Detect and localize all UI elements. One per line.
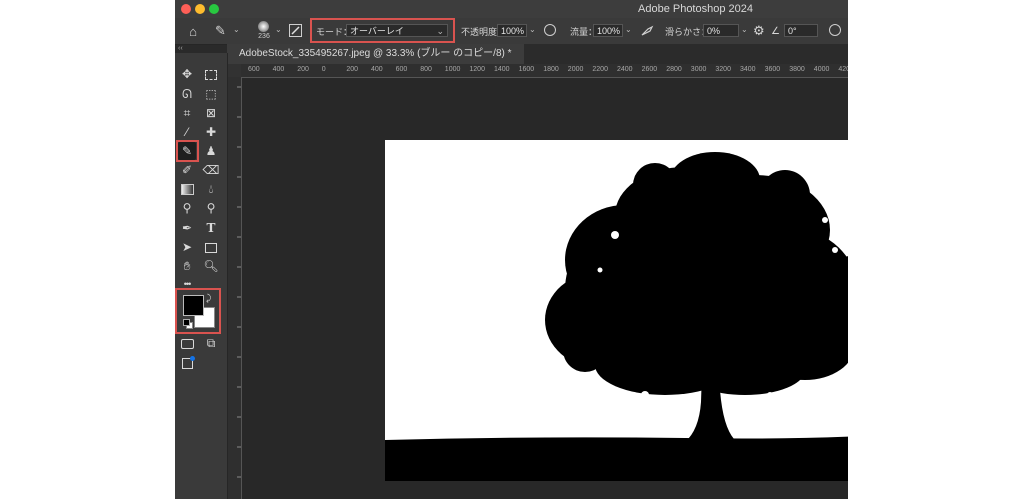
chevron-down-icon[interactable]: ⌄ bbox=[233, 25, 240, 34]
pressure-opacity-icon[interactable] bbox=[544, 24, 556, 36]
ruler-tick-label: 0 bbox=[321, 66, 326, 73]
brush-icon[interactable]: ✎ bbox=[215, 18, 226, 44]
pressure-size-icon[interactable] bbox=[829, 24, 841, 36]
home-icon[interactable]: ⌂ bbox=[185, 18, 201, 44]
path-select-icon[interactable]: ➤ bbox=[178, 238, 196, 256]
zoom-icon[interactable]: 🔍︎ bbox=[202, 257, 220, 275]
document-image[interactable] bbox=[385, 140, 848, 481]
ruler-tick-label: 3200 bbox=[715, 66, 731, 73]
ruler-tick-label: 400 bbox=[371, 66, 383, 73]
title-bar: Adobe Photoshop 2024 bbox=[175, 0, 848, 18]
smoothing-field[interactable]: 0% bbox=[703, 24, 739, 37]
ruler-tick-label: 2200 bbox=[592, 66, 608, 73]
eyedropper-icon[interactable]: ⁄ bbox=[178, 123, 196, 141]
brush-preset-picker[interactable]: 236 bbox=[255, 20, 273, 42]
brush-tip-icon bbox=[258, 21, 269, 32]
tree-silhouette bbox=[385, 152, 848, 481]
angle-field[interactable]: 0° bbox=[784, 24, 818, 37]
stamp-icon[interactable]: ♟ bbox=[202, 142, 220, 160]
ruler-tick-label: 200 bbox=[297, 66, 309, 73]
dodge-icon[interactable]: ⚲ bbox=[178, 199, 196, 217]
ruler-tick-label: 600 bbox=[395, 66, 408, 73]
mode-select[interactable]: オーバーレイ ⌄ bbox=[346, 24, 448, 37]
rectangle-icon[interactable] bbox=[202, 238, 220, 256]
chevron-down-icon[interactable]: ⌄ bbox=[625, 25, 632, 34]
angle-icon: ∠ bbox=[771, 25, 780, 37]
brush-size-label: 236 bbox=[258, 33, 270, 40]
mode-select-value: オーバーレイ bbox=[350, 26, 404, 36]
ruler-tick-label: 2400 bbox=[617, 66, 633, 73]
ruler-tick-label: 4200 bbox=[838, 66, 848, 73]
gradient-icon[interactable] bbox=[178, 180, 196, 198]
ruler-tick-label: 1000 bbox=[444, 66, 461, 73]
healing-icon[interactable]: ✚ bbox=[202, 123, 220, 141]
vertical-ruler bbox=[228, 77, 242, 499]
ruler-tick-label: 600 bbox=[248, 66, 260, 73]
horizontal-ruler: 600 400 200 0 200 400 600 800 1000 1200 1400 1600 18… bbox=[241, 64, 848, 78]
object-select-icon[interactable]: ⬚ bbox=[202, 85, 220, 103]
gear-icon[interactable]: ⚙ bbox=[753, 18, 765, 44]
foreground-color-swatch[interactable] bbox=[183, 295, 204, 316]
flow-field[interactable]: 100% bbox=[593, 24, 623, 37]
panel-collapse-button[interactable]: ‹‹ bbox=[175, 45, 230, 53]
ruler-tick-label: 1400 bbox=[494, 66, 510, 73]
ruler-tick-label: 1600 bbox=[518, 66, 535, 73]
document-tab-bar: AdobeStock_335495267.jpeg @ 33.3% (ブルー の… bbox=[227, 44, 848, 64]
photoshop-window: Adobe Photoshop 2024 ⌂ ✎ ⌄ 236 ⌄ モード： オー… bbox=[175, 0, 848, 499]
default-colors-icon[interactable] bbox=[183, 319, 193, 329]
share-icon[interactable] bbox=[178, 354, 196, 372]
type-icon[interactable]: T bbox=[202, 219, 220, 237]
document-tab[interactable]: AdobeStock_335495267.jpeg @ 33.3% (ブルー の… bbox=[227, 44, 524, 64]
ruler-tick-label: 2000 bbox=[567, 66, 584, 73]
opacity-field[interactable]: 100% bbox=[497, 24, 527, 37]
airbrush-icon[interactable] bbox=[640, 24, 654, 36]
lasso-icon[interactable]: ᘏ bbox=[178, 85, 196, 103]
crop-icon[interactable]: ⌗ bbox=[178, 104, 196, 122]
zoom-lens-icon[interactable]: ⚲ bbox=[202, 199, 220, 217]
ruler-tick-label: 3600 bbox=[764, 66, 781, 73]
ruler-tick-label: 800 bbox=[420, 66, 432, 73]
hand-icon[interactable]: ✋︎ bbox=[178, 257, 196, 275]
marquee-icon[interactable] bbox=[202, 65, 220, 83]
swap-colors-icon[interactable]: ⤸ bbox=[206, 293, 211, 304]
brush-tool-highlight-box bbox=[176, 140, 199, 162]
ruler-tick-label: 2600 bbox=[641, 66, 658, 73]
chevron-down-icon: ⌄ bbox=[436, 26, 444, 36]
ruler-tick-label: 2800 bbox=[666, 66, 682, 73]
ruler-tick-label: 4000 bbox=[813, 66, 830, 73]
chevron-down-icon[interactable]: ⌄ bbox=[529, 25, 536, 34]
brush-settings-icon[interactable] bbox=[289, 24, 302, 37]
frame-icon[interactable]: ⊠ bbox=[202, 104, 220, 122]
ruler-tick-label: 3400 bbox=[740, 66, 756, 73]
eraser-icon[interactable]: ⌫ bbox=[202, 161, 220, 179]
canvas-area[interactable] bbox=[242, 78, 848, 499]
ruler-tick-label: 3800 bbox=[789, 66, 805, 73]
quick-mask-icon[interactable] bbox=[178, 334, 196, 352]
blur-icon[interactable]: 💧︎ bbox=[202, 180, 220, 198]
tools-panel: ✥ ᘏ ⬚ ⌗ ⊠ ⁄ ✚ ✎ ♟ ✐ ⌫ 💧︎ ⚲ ⚲ ✒ T ➤ ✋︎ 🔍︎… bbox=[175, 53, 228, 499]
ruler-tick-label: 400 bbox=[272, 66, 285, 73]
ruler-tick-label: 3000 bbox=[690, 66, 707, 73]
history-brush-icon[interactable]: ✐ bbox=[178, 161, 196, 179]
pen-icon[interactable]: ✒ bbox=[178, 219, 196, 237]
chevron-down-icon[interactable]: ⌄ bbox=[741, 25, 748, 34]
ruler-tick-label: 1800 bbox=[543, 66, 559, 73]
ruler-tick-label: 1200 bbox=[469, 66, 485, 73]
chevron-down-icon[interactable]: ⌄ bbox=[275, 25, 282, 34]
app-title: Adobe Photoshop 2024 bbox=[638, 3, 753, 15]
move-icon[interactable]: ✥ bbox=[178, 65, 196, 83]
ruler-tick-label: 200 bbox=[346, 66, 359, 73]
options-bar: ⌂ ✎ ⌄ 236 ⌄ モード： オーバーレイ ⌄ 不透明度： 100% ⌄ 流… bbox=[175, 18, 848, 45]
screen-mode-icon[interactable]: ⧉ bbox=[202, 334, 220, 352]
